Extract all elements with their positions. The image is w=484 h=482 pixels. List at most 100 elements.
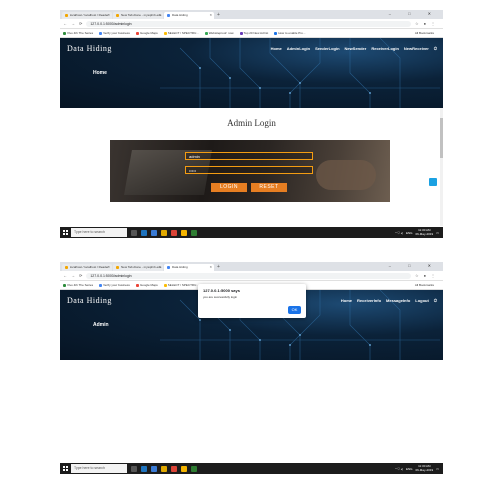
forward-icon[interactable]: → xyxy=(71,21,75,26)
other-bookmarks[interactable]: All Bookmarks xyxy=(415,283,434,287)
bookmark-item[interactable]: Google Maps xyxy=(135,283,158,287)
logout-power-icon[interactable]: ⏻ xyxy=(434,46,437,51)
other-bookmarks[interactable]: All Bookmarks xyxy=(415,31,434,35)
nav-home[interactable]: Home xyxy=(271,46,282,51)
bookmark-item[interactable]: Vivo 4th The Series xyxy=(63,31,93,35)
windows-start-icon[interactable] xyxy=(63,466,68,471)
close-tab-icon[interactable]: ✕ xyxy=(107,12,110,19)
back-icon[interactable]: ← xyxy=(63,273,67,278)
main-nav: Home AdminLogin SenderLogin NewSender Re… xyxy=(271,46,437,51)
close-tab-icon[interactable]: ✕ xyxy=(209,12,212,19)
clock[interactable]: 11:30 AM 06-May-2019 xyxy=(415,228,433,236)
chat-widget-icon[interactable] xyxy=(429,178,437,186)
nav-home[interactable]: Home xyxy=(341,298,352,303)
explorer-icon[interactable] xyxy=(181,465,187,472)
app-icon[interactable] xyxy=(191,229,197,236)
browser-tab-active[interactable]: Data Hiding ✕ xyxy=(164,264,214,271)
new-tab-icon[interactable]: + xyxy=(215,264,220,271)
tab-favicon-icon xyxy=(65,265,68,269)
url-input[interactable]: 127.0.0.1:5000/adminlogin xyxy=(86,272,411,279)
notifications-icon[interactable]: ▭ xyxy=(436,467,439,471)
folder-icon[interactable] xyxy=(161,229,167,236)
bookmark-item[interactable]: Vivo 4th The Series xyxy=(63,283,93,287)
bookmark-item[interactable]: How to enable Pro... xyxy=(274,31,305,35)
nav-logout[interactable]: Logout xyxy=(415,298,429,303)
close-tab-icon[interactable]: ✕ xyxy=(209,264,212,271)
taskbar-search-input[interactable]: Type here to search xyxy=(71,464,127,473)
nav-new-sender[interactable]: NewSender xyxy=(345,46,367,51)
nav-new-receiver[interactable]: NewReceiver xyxy=(404,46,429,51)
page-title: Admin xyxy=(93,322,109,328)
language-indicator[interactable]: ENG xyxy=(406,231,413,235)
username-input[interactable]: admin xyxy=(185,152,313,160)
nav-receiver-info[interactable]: ReceiverInfo xyxy=(357,298,381,303)
bookmark-item[interactable]: Top 20 New Ad list xyxy=(239,31,268,35)
logout-power-icon[interactable]: ⏻ xyxy=(434,298,437,303)
browser-tab[interactable]: New Tab Alone - mysqlrnb.exe ✕ xyxy=(113,12,163,19)
browser-tab[interactable]: New Tab Alone - mysqlrnb.exe ✕ xyxy=(113,264,163,271)
brand-logo[interactable]: Data Hiding xyxy=(67,296,112,305)
page-title: Home xyxy=(93,70,107,76)
close-tab-icon[interactable]: ✕ xyxy=(158,12,161,19)
browser-tab-active[interactable]: Data Hiding ✕ xyxy=(164,12,214,19)
chrome-icon[interactable] xyxy=(171,465,177,472)
bookmark-item[interactable]: Google Maps xyxy=(135,31,158,35)
store-icon[interactable] xyxy=(151,229,157,236)
system-tray: ^ ⛉ ◂) ENG 11:30 AM 06-May-2019 ▭ xyxy=(395,464,443,472)
nav-admin-login[interactable]: AdminLogin xyxy=(287,46,310,51)
dialog-ok-button[interactable]: OK xyxy=(288,306,301,314)
word-icon[interactable] xyxy=(141,229,147,236)
brand-logo[interactable]: Data Hiding xyxy=(67,44,112,53)
window-controls[interactable]: – □ ✕ xyxy=(389,11,439,16)
explorer-icon[interactable] xyxy=(181,229,187,236)
windows-start-icon[interactable] xyxy=(63,230,68,235)
tray-icons[interactable]: ^ ⛉ ◂) xyxy=(395,467,403,471)
task-view-icon[interactable] xyxy=(131,465,137,472)
forward-icon[interactable]: → xyxy=(71,273,75,278)
app-icon[interactable] xyxy=(191,465,197,472)
close-tab-icon[interactable]: ✕ xyxy=(107,264,110,271)
language-indicator[interactable]: ENG xyxy=(406,467,413,471)
bookmark-item[interactable]: Websiteproof: now xyxy=(204,31,234,35)
store-icon[interactable] xyxy=(151,465,157,472)
nav-sender-login[interactable]: SenderLogin xyxy=(315,46,339,51)
reload-icon[interactable]: ⟳ xyxy=(79,273,82,278)
extension-icons[interactable]: ☆●⋮ xyxy=(415,273,440,278)
reset-button[interactable]: RESET xyxy=(251,183,287,192)
folder-icon[interactable] xyxy=(161,465,167,472)
notifications-icon[interactable]: ▭ xyxy=(436,231,439,235)
browser-tab[interactable]: localhost / localhost / Reader ✕ xyxy=(62,264,112,271)
reload-icon[interactable]: ⟳ xyxy=(79,21,82,26)
clock[interactable]: 11:30 AM 06-May-2019 xyxy=(415,464,433,472)
bookmark-item[interactable]: Verify your business xyxy=(99,31,130,35)
taskbar-search-input[interactable]: Type here to search xyxy=(71,228,127,237)
alert-dialog: 127.0.0.1:5000 says you are successfully… xyxy=(198,284,306,318)
window-controls[interactable]: – □ ✕ xyxy=(389,263,439,268)
bookmark-item[interactable]: SELECT / SPECTRU... xyxy=(163,31,199,35)
address-bar-row: ← → ⟳ 127.0.0.1:5000/adminlogin ☆●⋮ xyxy=(60,271,443,281)
page-content: Admin Login admin ••••• LOGIN RESET xyxy=(60,108,443,226)
browser-tab[interactable]: localhost / localhost / Reader ✕ xyxy=(62,12,112,19)
task-view-icon[interactable] xyxy=(131,229,137,236)
bookmark-item[interactable]: Verify your business xyxy=(99,283,130,287)
login-form-panel: admin ••••• LOGIN RESET xyxy=(110,140,390,202)
password-input[interactable]: ••••• xyxy=(185,166,313,174)
nav-message-info[interactable]: MessageInfo xyxy=(386,298,410,303)
extension-icons[interactable]: ☆●⋮ xyxy=(415,21,440,26)
url-input[interactable]: 127.0.0.1:5000/adminlogin xyxy=(86,20,411,27)
new-tab-icon[interactable]: + xyxy=(215,12,220,19)
page-scrollbar[interactable] xyxy=(440,108,443,226)
nav-receiver-login[interactable]: ReceiverLogin xyxy=(371,46,399,51)
close-tab-icon[interactable]: ✕ xyxy=(158,264,161,271)
word-icon[interactable] xyxy=(141,465,147,472)
windows-taskbar: Type here to search ^ ⛉ ◂) ENG 11:30 AM 0… xyxy=(60,463,443,474)
bookmark-item[interactable]: SELECT / SPECTRU... xyxy=(163,283,199,287)
back-icon[interactable]: ← xyxy=(63,21,67,26)
dialog-title: 127.0.0.1:5000 says xyxy=(203,288,240,293)
scrollbar-thumb[interactable] xyxy=(440,118,443,158)
chrome-icon[interactable] xyxy=(171,229,177,236)
tray-icons[interactable]: ^ ⛉ ◂) xyxy=(395,231,403,235)
login-button[interactable]: LOGIN xyxy=(211,183,247,192)
system-tray: ^ ⛉ ◂) ENG 11:30 AM 06-May-2019 ▭ xyxy=(395,228,443,236)
main-nav: Home ReceiverInfo MessageInfo Logout ⏻ xyxy=(341,298,437,303)
